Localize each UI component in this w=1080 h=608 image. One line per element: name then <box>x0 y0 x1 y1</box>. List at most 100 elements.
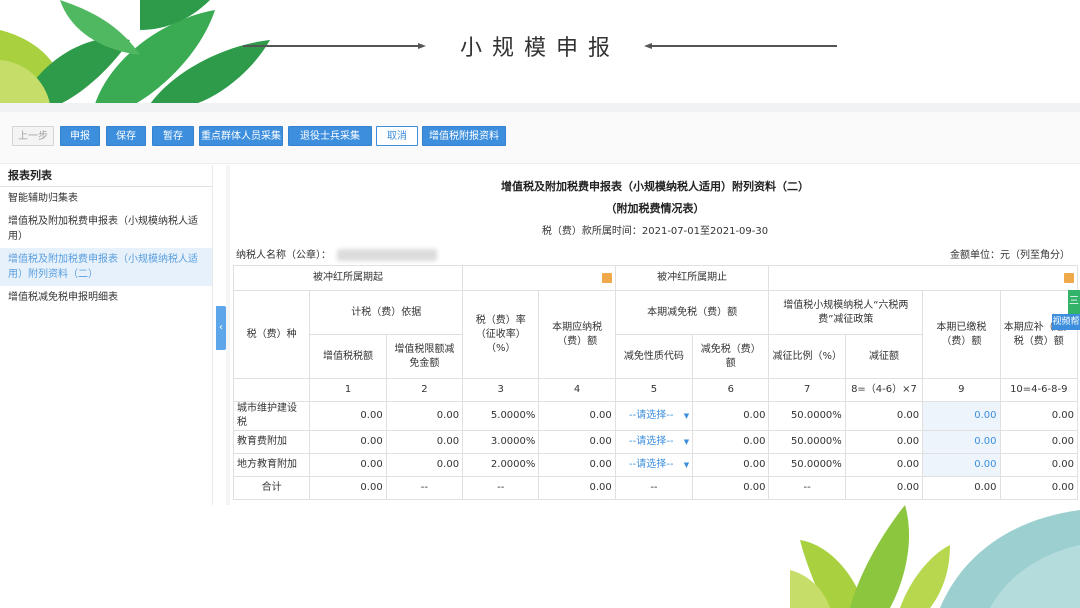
cell-relief-amount[interactable]: 0.00 <box>692 430 770 454</box>
header-reduction-amount: 减征额 <box>844 334 924 379</box>
col-number: 4 <box>538 378 616 402</box>
cell-paid-input[interactable]: 0.00 <box>922 430 1001 454</box>
cell-relief-amount[interactable]: 0.00 <box>692 401 770 431</box>
cell-reduction-ratio: 50.0000% <box>768 401 846 431</box>
declare-button[interactable]: 申报 <box>60 126 100 146</box>
dropdown-arrow-icon[interactable]: ▼ <box>684 435 689 449</box>
sidebar-item-schedule-2[interactable]: 增值税及附加税费申报表（小规模纳税人适用）附列资料（二） <box>0 248 212 286</box>
total-refund: 0.00 <box>999 476 1079 500</box>
header-basis-group: 计税（费）依据 <box>309 290 464 335</box>
period-end-label: 被冲红所属期止 <box>614 265 770 291</box>
key-group-collect-button[interactable]: 重点群体人员采集 <box>199 126 283 146</box>
col-number-blank <box>232 378 311 402</box>
cell-reduction-ratio: 50.0000% <box>768 453 846 477</box>
dropdown-arrow-icon[interactable]: ▼ <box>684 409 689 423</box>
taxpayer-label: 纳税人名称（公章）： <box>236 250 331 261</box>
total-row: 合计 0.00 -- -- 0.00 -- 0.00 -- 0.00 0.00 … <box>232 476 1079 500</box>
title-line-right <box>644 43 837 49</box>
header-payable: 本期应纳税（费）额 <box>538 290 616 379</box>
relief-code-value: --请选择-- <box>629 459 674 470</box>
cancel-button[interactable]: 取消 <box>376 126 418 146</box>
cell-payable: 0.00 <box>538 453 616 477</box>
row-tax-name: 城市维护建设税 <box>232 401 311 431</box>
relief-code-select[interactable]: --请选择-- ▼ <box>614 453 694 477</box>
header-relief-group: 本期减免税（费）额 <box>614 290 770 335</box>
divider-band <box>0 103 1080 112</box>
col-number: 2 <box>385 378 464 402</box>
col-number: 3 <box>462 378 540 402</box>
total-rate: -- <box>462 476 540 500</box>
cell-vat-credit-reduction[interactable]: 0.00 <box>385 401 464 431</box>
toolbar: 上一步 申报 保存 暂存 重点群体人员采集 退役士兵采集 取消 增值税附报资料 <box>0 112 1080 164</box>
relief-code-select[interactable]: --请选择-- ▼ <box>614 401 694 431</box>
prev-step-button[interactable]: 上一步 <box>12 126 54 146</box>
total-payable: 0.00 <box>538 476 616 500</box>
header-paid: 本期已缴税（费）额 <box>922 290 1001 379</box>
row-tax-name: 地方教育附加 <box>232 453 311 477</box>
relief-code-value: --请选择-- <box>629 410 674 421</box>
sidebar-collapse-icon[interactable]: ‹ <box>216 306 226 350</box>
save-button[interactable]: 保存 <box>106 126 146 146</box>
dropdown-arrow-icon[interactable]: ▼ <box>684 458 689 472</box>
col-number: 10=4-6-8-9 <box>999 378 1079 402</box>
cell-paid-input[interactable]: 0.00 <box>922 401 1001 431</box>
total-paid: 0.00 <box>922 476 1001 500</box>
surcharge-table: 被冲红所属期起 被冲红所属期止 税（费）种 计税（费）依据 税（费）率（征收率）… <box>232 265 1079 500</box>
cell-reduction-amount: 0.00 <box>844 453 924 477</box>
col-number: 9 <box>922 378 1001 402</box>
form-title: 增值税及附加税费申报表（小规模纳税人适用）附列资料（二） <box>501 180 809 193</box>
relief-code-select[interactable]: --请选择-- ▼ <box>614 430 694 454</box>
period-end-input[interactable] <box>768 265 1078 291</box>
total-vat-credit-reduction: -- <box>385 476 464 500</box>
calendar-icon[interactable] <box>1064 273 1074 283</box>
header-vat-amount: 增值税税额 <box>309 334 387 379</box>
taxpayer-name: 纳税人名称（公章）： <box>236 246 437 261</box>
total-reduction-ratio: -- <box>768 476 846 500</box>
table-row: 教育费附加 0.00 0.00 3.0000% 0.00 --请选择-- ▼ 0.… <box>232 430 1079 454</box>
title-line-left <box>243 43 426 49</box>
sidebar-item-relief-detail[interactable]: 增值税减免税申报明细表 <box>0 286 212 309</box>
cell-vat-credit-reduction[interactable]: 0.00 <box>385 453 464 477</box>
col-number: 8=（4-6）×7 <box>844 378 924 402</box>
col-number: 1 <box>309 378 387 402</box>
form-subtitle: （附加税费情况表） <box>605 202 705 215</box>
temp-save-button[interactable]: 暂存 <box>152 126 194 146</box>
cell-reduction-amount: 0.00 <box>844 401 924 431</box>
col-number: 5 <box>614 378 694 402</box>
cell-refund: 0.00 <box>999 401 1079 431</box>
header-tax-type: 税（费）种 <box>232 290 311 379</box>
cell-paid-input[interactable]: 0.00 <box>922 453 1001 477</box>
period-start-label: 被冲红所属期起 <box>232 265 464 291</box>
cell-vat-credit-reduction[interactable]: 0.00 <box>385 430 464 454</box>
calendar-icon[interactable] <box>601 273 612 283</box>
col-number: 7 <box>768 378 846 402</box>
cell-vat-amount[interactable]: 0.00 <box>309 401 387 431</box>
cell-vat-amount[interactable]: 0.00 <box>309 453 387 477</box>
row-tax-name: 教育费附加 <box>232 430 311 454</box>
total-relief-amount: 0.00 <box>692 476 770 500</box>
side-menu-icon[interactable]: 三 <box>1068 290 1080 314</box>
slide-header: 小规模申报 <box>0 0 1080 100</box>
video-help-tab[interactable]: 视频帮 <box>1052 314 1080 330</box>
cell-rate: 5.0000% <box>462 401 540 431</box>
cell-reduction-amount: 0.00 <box>844 430 924 454</box>
amount-unit: 金额单位：元（列至角分） <box>950 250 1070 261</box>
veteran-collect-button[interactable]: 退役士兵采集 <box>288 126 372 146</box>
taxpayer-name-redacted <box>337 249 437 261</box>
cell-rate: 2.0000% <box>462 453 540 477</box>
cell-vat-amount[interactable]: 0.00 <box>309 430 387 454</box>
total-reduction-amount: 0.00 <box>844 476 924 500</box>
relief-code-value: --请选择-- <box>629 436 674 447</box>
sidebar-item-main-return[interactable]: 增值税及附加税费申报表（小规模纳税人适用） <box>0 210 212 248</box>
cell-relief-amount[interactable]: 0.00 <box>692 453 770 477</box>
cell-payable: 0.00 <box>538 401 616 431</box>
total-relief-code: -- <box>614 476 694 500</box>
cell-rate: 3.0000% <box>462 430 540 454</box>
sidebar-title: 报表列表 <box>0 165 212 187</box>
vat-attachment-button[interactable]: 增值税附报资料 <box>422 126 506 146</box>
header-rate: 税（费）率（征收率）（%） <box>462 290 540 379</box>
sidebar-item-smart-collect[interactable]: 智能辅助归集表 <box>0 187 212 210</box>
period-start-input[interactable] <box>462 265 616 291</box>
total-vat-amount: 0.00 <box>309 476 387 500</box>
slide-title: 小规模申报 <box>459 36 620 61</box>
